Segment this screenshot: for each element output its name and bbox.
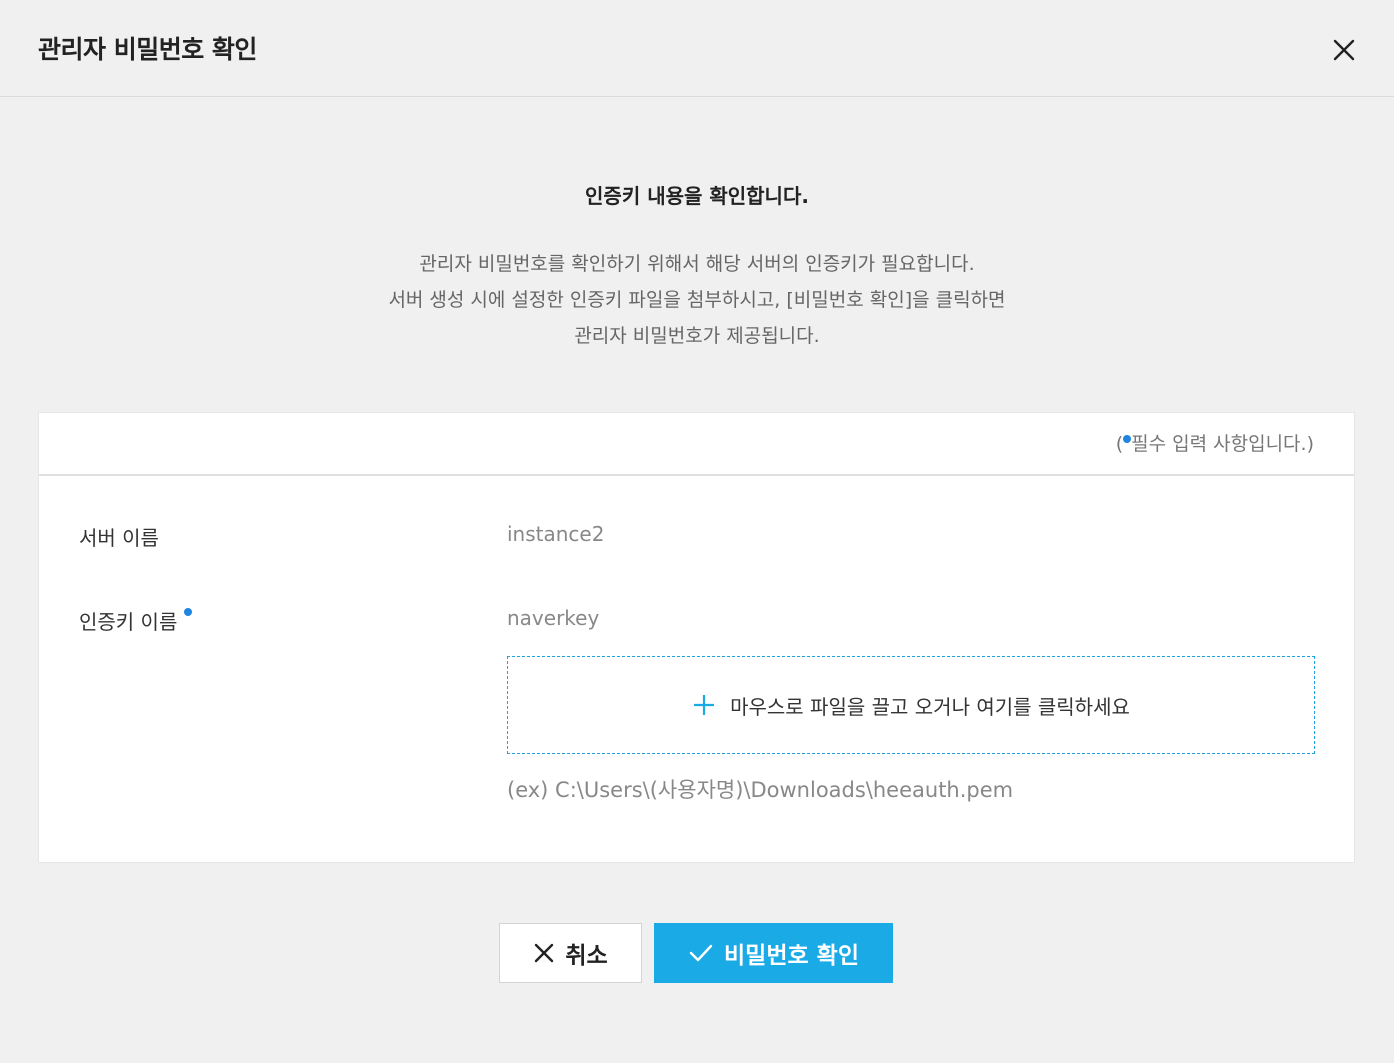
close-button[interactable] xyxy=(1328,34,1360,66)
server-name-label: 서버 이름 xyxy=(79,526,159,550)
dialog-header: 관리자 비밀번호 확인 xyxy=(0,0,1394,97)
required-note-text: 필수 입력 사항입니다.) xyxy=(1131,433,1314,455)
close-icon xyxy=(1333,39,1355,61)
intro-title: 인증키 내용을 확인합니다. xyxy=(585,184,809,208)
intro-section: 인증키 내용을 확인합니다. 관리자 비밀번호를 확인하기 위해서 해당 서버의… xyxy=(0,180,1394,354)
key-name-label: 인증키 이름 xyxy=(79,610,178,634)
server-name-value: instance2 xyxy=(507,522,605,546)
confirm-button-label: 비밀번호 확인 xyxy=(724,943,859,969)
required-dot-icon xyxy=(183,608,192,616)
key-name-label-wrap: 인증키 이름 xyxy=(79,606,192,635)
x-icon xyxy=(535,943,554,963)
cancel-button-label: 취소 xyxy=(565,943,608,969)
check-icon xyxy=(689,944,713,962)
intro-line: 관리자 비밀번호가 제공됩니다. xyxy=(574,325,820,347)
dialog-title: 관리자 비밀번호 확인 xyxy=(38,35,257,64)
intro-description: 관리자 비밀번호를 확인하기 위해서 해당 서버의 인증키가 필요합니다. 서버… xyxy=(0,246,1394,354)
cancel-button[interactable]: 취소 xyxy=(499,923,642,983)
key-name-value: naverkey xyxy=(507,606,600,630)
file-dropzone[interactable]: 마우스로 파일을 끌고 오거나 여기를 클릭하세요 xyxy=(507,656,1315,754)
required-note-prefix: ( xyxy=(1115,433,1124,455)
confirm-password-button[interactable]: 비밀번호 확인 xyxy=(654,923,893,983)
required-note: ( 필수 입력 사항입니다.) xyxy=(1116,429,1314,456)
form-card-header: ( 필수 입력 사항입니다.) xyxy=(39,413,1354,476)
intro-line: 관리자 비밀번호를 확인하기 위해서 해당 서버의 인증키가 필요합니다. xyxy=(419,253,975,275)
required-dot-icon xyxy=(1123,435,1132,443)
path-example: (ex) C:\Users\(사용자명)\Downloads\heeauth.p… xyxy=(507,778,1014,802)
plus-icon xyxy=(694,695,715,715)
intro-line: 서버 생성 시에 설정한 인증키 파일을 첨부하시고, [비밀번호 확인]을 클… xyxy=(388,289,1006,311)
form-card: ( 필수 입력 사항입니다.) 서버 이름 instance2 인증키 이름 na… xyxy=(38,412,1355,863)
dropzone-text: 마우스로 파일을 끌고 오거나 여기를 클릭하세요 xyxy=(730,694,1130,719)
